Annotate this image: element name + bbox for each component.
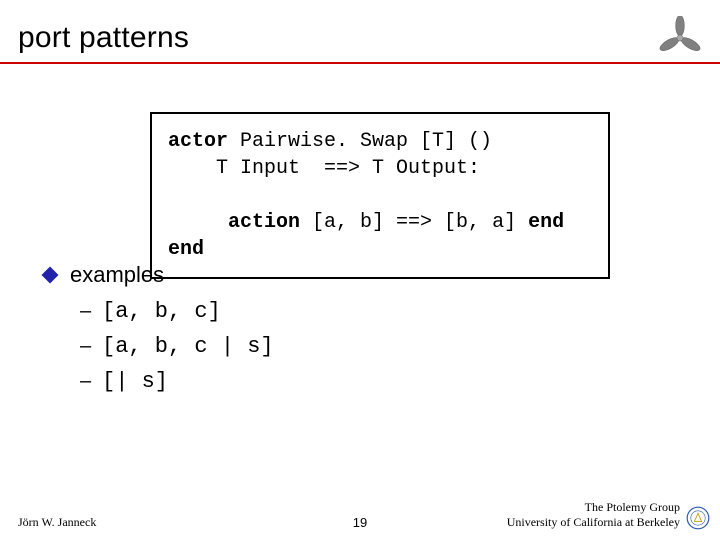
footer-author: Jörn W. Janneck	[18, 515, 96, 530]
university-seal-icon	[686, 506, 710, 530]
dash-icon: –	[80, 330, 90, 362]
bullet-label: examples	[70, 262, 164, 288]
title-row: port patterns	[18, 16, 702, 60]
example-text: [a, b, c]	[102, 294, 221, 329]
page-title: port patterns	[18, 21, 189, 55]
keyword: end	[528, 211, 564, 234]
propeller-logo-icon	[658, 16, 702, 60]
code-block: actor Pairwise. Swap [T] () T Input ==> …	[150, 112, 610, 279]
code-text: T Input ==> T Output:	[168, 157, 480, 180]
list-item: – [| s]	[80, 364, 680, 399]
footer: Jörn W. Janneck The Ptolemy Group Univer…	[18, 500, 710, 530]
code-text: Pairwise. Swap [T] ()	[228, 130, 492, 153]
keyword: action	[228, 211, 300, 234]
code-text	[168, 211, 228, 234]
sub-list: – [a, b, c] – [a, b, c | s] – [| s]	[80, 294, 680, 400]
example-text: [a, b, c | s]	[102, 329, 274, 364]
code-text: [a, b] ==> [b, a]	[300, 211, 528, 234]
keyword: end	[168, 238, 204, 261]
list-item: – [a, b, c]	[80, 294, 680, 329]
divider	[0, 62, 720, 64]
diamond-bullet-icon	[42, 267, 59, 284]
body: examples – [a, b, c] – [a, b, c | s] – […	[44, 262, 680, 400]
footer-right: The Ptolemy Group University of Californ…	[507, 500, 710, 530]
dash-icon: –	[80, 295, 90, 327]
bullet-item: examples	[44, 262, 680, 288]
footer-university: University of California at Berkeley	[507, 515, 680, 530]
footer-group: The Ptolemy Group	[507, 500, 680, 515]
dash-icon: –	[80, 365, 90, 397]
list-item: – [a, b, c | s]	[80, 329, 680, 364]
slide: port patterns actor Pairwise. Swap [T] (…	[0, 0, 720, 540]
keyword: actor	[168, 130, 228, 153]
example-text: [| s]	[102, 364, 168, 399]
